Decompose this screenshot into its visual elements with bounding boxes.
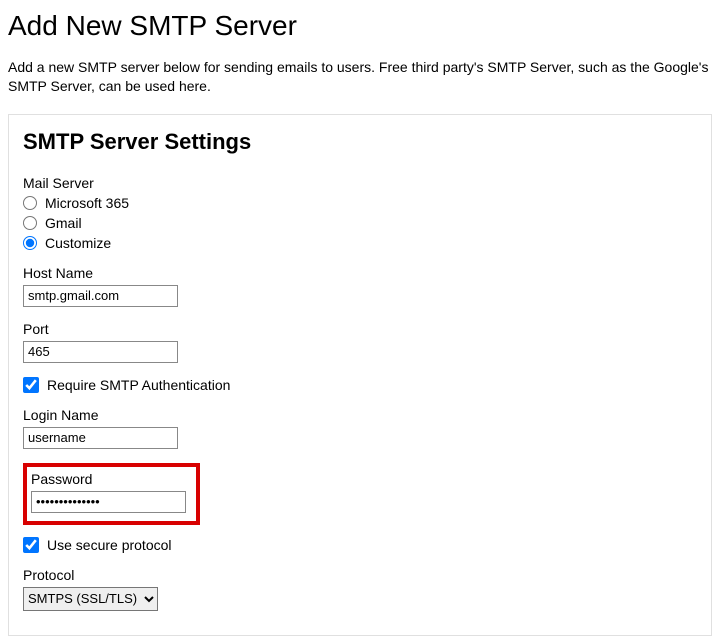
require-auth-label: Require SMTP Authentication xyxy=(47,377,230,393)
settings-panel: SMTP Server Settings Mail Server Microso… xyxy=(8,114,712,636)
panel-title: SMTP Server Settings xyxy=(23,129,697,155)
mail-server-radio-ms365[interactable] xyxy=(23,196,37,210)
port-input[interactable] xyxy=(23,341,178,363)
protocol-select[interactable]: SMTPS (SSL/TLS) xyxy=(23,587,158,611)
port-label: Port xyxy=(23,321,697,337)
secure-protocol-label: Use secure protocol xyxy=(47,537,172,553)
login-name-label: Login Name xyxy=(23,407,697,423)
require-auth-row[interactable]: Require SMTP Authentication xyxy=(23,377,697,393)
password-label: Password xyxy=(31,471,186,487)
protocol-label: Protocol xyxy=(23,567,697,583)
mail-server-label: Mail Server xyxy=(23,175,697,191)
page-title: Add New SMTP Server xyxy=(8,10,712,42)
require-auth-checkbox[interactable] xyxy=(23,377,39,393)
mail-server-option-customize[interactable]: Customize xyxy=(23,235,697,251)
page-intro: Add a new SMTP server below for sending … xyxy=(8,58,712,96)
login-name-input[interactable] xyxy=(23,427,178,449)
mail-server-optlabel-gmail: Gmail xyxy=(45,215,82,231)
secure-protocol-row[interactable]: Use secure protocol xyxy=(23,537,697,553)
password-input[interactable] xyxy=(31,491,186,513)
mail-server-option-ms365[interactable]: Microsoft 365 xyxy=(23,195,697,211)
host-name-input[interactable] xyxy=(23,285,178,307)
host-name-label: Host Name xyxy=(23,265,697,281)
password-highlight-box: Password xyxy=(23,463,200,525)
mail-server-option-gmail[interactable]: Gmail xyxy=(23,215,697,231)
mail-server-optlabel-customize: Customize xyxy=(45,235,111,251)
mail-server-optlabel-ms365: Microsoft 365 xyxy=(45,195,129,211)
secure-protocol-checkbox[interactable] xyxy=(23,537,39,553)
mail-server-radio-customize[interactable] xyxy=(23,236,37,250)
mail-server-radio-gmail[interactable] xyxy=(23,216,37,230)
